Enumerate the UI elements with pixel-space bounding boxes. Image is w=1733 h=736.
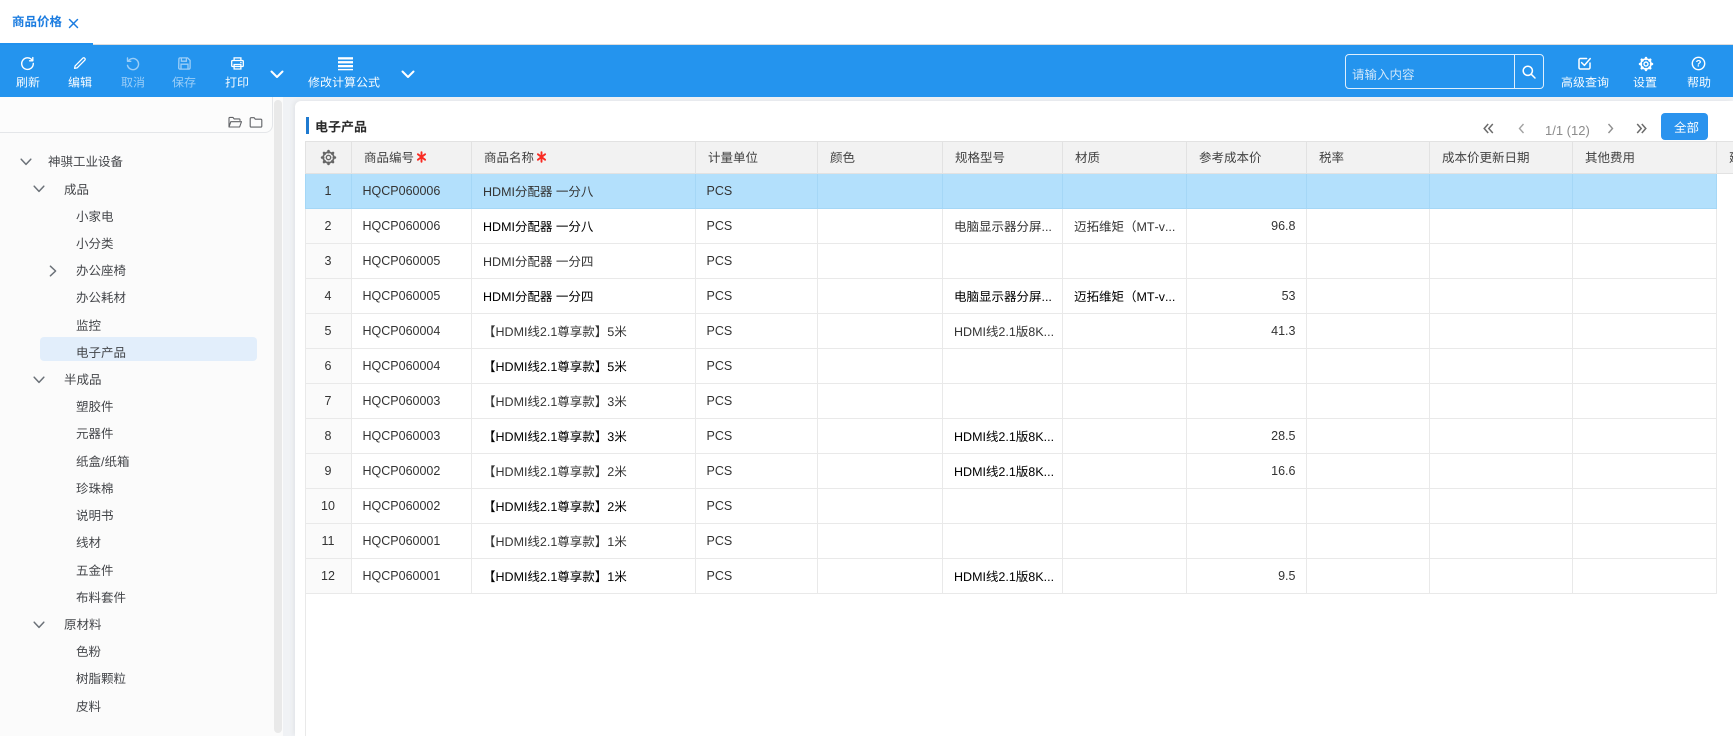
svg-text:?: ? [1696,58,1702,69]
